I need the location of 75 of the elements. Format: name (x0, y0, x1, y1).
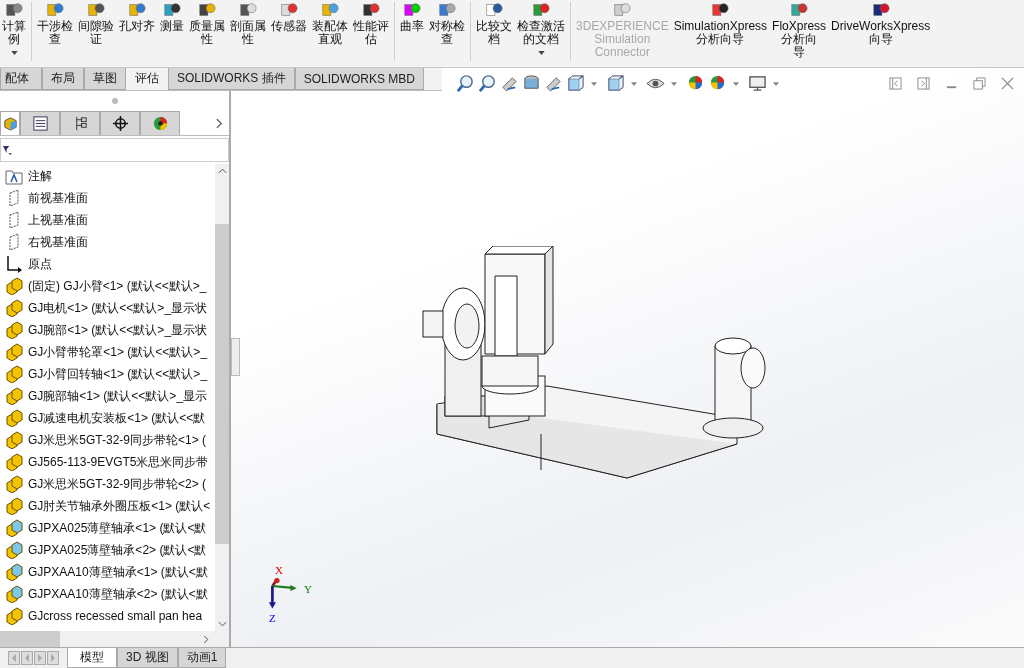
monitor-icon[interactable] (748, 74, 767, 93)
tree-item[interactable]: 前视基准面 (28, 189, 88, 207)
panel-tab[interactable] (60, 111, 100, 135)
tree-item[interactable]: GJPXA025薄壁轴承<2> (默认<默 (28, 541, 207, 559)
filter-field[interactable] (0, 138, 229, 162)
tree-item[interactable]: GJ腕部<1> (默认<<默认>_显示状 (28, 321, 208, 339)
crosshair-icon (111, 115, 129, 132)
tree-item[interactable]: GJ腕部轴<1> (默认<<默认>_显示 (28, 387, 208, 405)
tree-item[interactable]: 右视基准面 (28, 233, 88, 251)
scroll-right-icon[interactable] (203, 634, 209, 644)
ribbon-button[interactable]: 对称检 查 (427, 0, 467, 47)
command-tab[interactable]: SOLIDWORKS MBD (294, 68, 425, 90)
command-tab[interactable]: 布局 (42, 68, 84, 90)
ribbon-button[interactable]: DriveWorksXpress 向导 (829, 0, 933, 47)
scrollbar[interactable] (215, 164, 229, 631)
ribbon-button[interactable]: 剖面属 性 (228, 0, 268, 47)
ribbon-button[interactable]: 装配体 直观 (310, 0, 350, 47)
caret-icon[interactable] (733, 81, 739, 86)
caret-icon[interactable] (631, 81, 637, 86)
caret-icon[interactable] (591, 81, 597, 86)
tree-item[interactable]: GJ肘关节轴承外圈压板<1> (默认< (28, 497, 211, 515)
tree-item[interactable]: GJ减速电机安装板<1> (默认<<默 (28, 409, 206, 427)
tree-item[interactable]: GJcross recessed small pan hea (28, 609, 203, 623)
splitter-handle[interactable] (231, 338, 240, 376)
axis-label: Y (304, 584, 312, 595)
ribbon-button[interactable]: 性能评 估 (351, 0, 391, 47)
tree-item[interactable]: 上视基准面 (28, 211, 88, 229)
tree-item[interactable]: 原点 (28, 255, 52, 273)
view-tab[interactable]: 3D 视图 (117, 648, 178, 668)
list-icon (31, 115, 49, 132)
ribbon-button[interactable]: 质量属 性 (187, 0, 227, 47)
tree-item[interactable]: GJ米思米5GT-32-9同步带轮<2> ( (28, 475, 207, 493)
ribbon-button[interactable]: 传感器 (269, 0, 309, 34)
chevron-right-icon[interactable] (216, 117, 223, 129)
ball-icon (151, 115, 169, 132)
tree-item[interactable]: GJPXAA10薄壁轴承<1> (默认<默 (28, 563, 208, 581)
ribbon-button[interactable]: 计算 例 (0, 0, 28, 56)
tree-item[interactable]: GJ小臂回转轴<1> (默认<<默认>_ (28, 365, 208, 383)
panel-tab[interactable] (20, 111, 60, 135)
ribbon-button[interactable]: SimulationXpress 分析向导 (671, 0, 770, 47)
tree-item[interactable]: GJPXAA10薄壁轴承<2> (默认<默 (28, 585, 208, 603)
tree-item[interactable]: GJ565-113-9EVGT5米思米同步带 (28, 453, 209, 471)
restore-icon[interactable] (973, 77, 986, 90)
ribbon-button[interactable]: 测量 (158, 0, 186, 34)
close-icon[interactable] (1001, 77, 1014, 90)
caret-icon[interactable] (773, 81, 779, 86)
command-tab[interactable]: SOLIDWORKS 插件 (168, 68, 295, 90)
ribbon-button[interactable]: 间隙验 证 (76, 0, 116, 47)
tile-right-icon[interactable] (917, 77, 930, 90)
tree-item[interactable]: GJ电机<1> (默认<<默认>_显示状 (28, 299, 208, 317)
panel-tab[interactable] (100, 111, 140, 135)
scrollbar[interactable] (0, 631, 229, 647)
filter-icon (3, 145, 12, 155)
ribbon-button[interactable]: 比较文 档 (474, 0, 514, 47)
view-tab[interactable]: 模型 (67, 648, 117, 668)
command-tab[interactable]: 草图 (84, 68, 126, 90)
tree-item[interactable]: GJPXA025薄壁轴承<1> (默认<默 (28, 519, 207, 537)
axis-label: Z (269, 613, 276, 624)
ribbon-button[interactable]: 检查激活 的文档 (515, 0, 567, 56)
tree-item[interactable]: (固定) GJ小臂<1> (默认<<默认>_ (28, 277, 207, 295)
ribbon-button[interactable]: 干涉检 查 (35, 0, 75, 47)
tree-item[interactable]: GJ米思米5GT-32-9同步带轮<1> ( (28, 431, 207, 449)
splitter-handle[interactable] (111, 98, 118, 104)
ribbon-button[interactable]: FloXpress 分析向 导 (770, 0, 829, 60)
scroll-down-icon[interactable] (217, 621, 227, 627)
command-tab[interactable]: 配体 (0, 68, 42, 90)
tree-item[interactable]: GJ小臂带轮罩<1> (默认<<默认>_ (28, 343, 208, 361)
ribbon-button[interactable]: 孔对齐 (117, 0, 157, 34)
view-tab[interactable]: 动画1 (177, 648, 227, 668)
caret-icon[interactable] (671, 81, 677, 86)
scroll-up-icon[interactable] (217, 168, 227, 174)
tree-item[interactable]: 注解 (28, 167, 52, 185)
tile-left-icon[interactable] (889, 77, 902, 90)
axis-label: X (275, 565, 283, 576)
ribbon-button[interactable]: 曲率 (398, 0, 426, 34)
